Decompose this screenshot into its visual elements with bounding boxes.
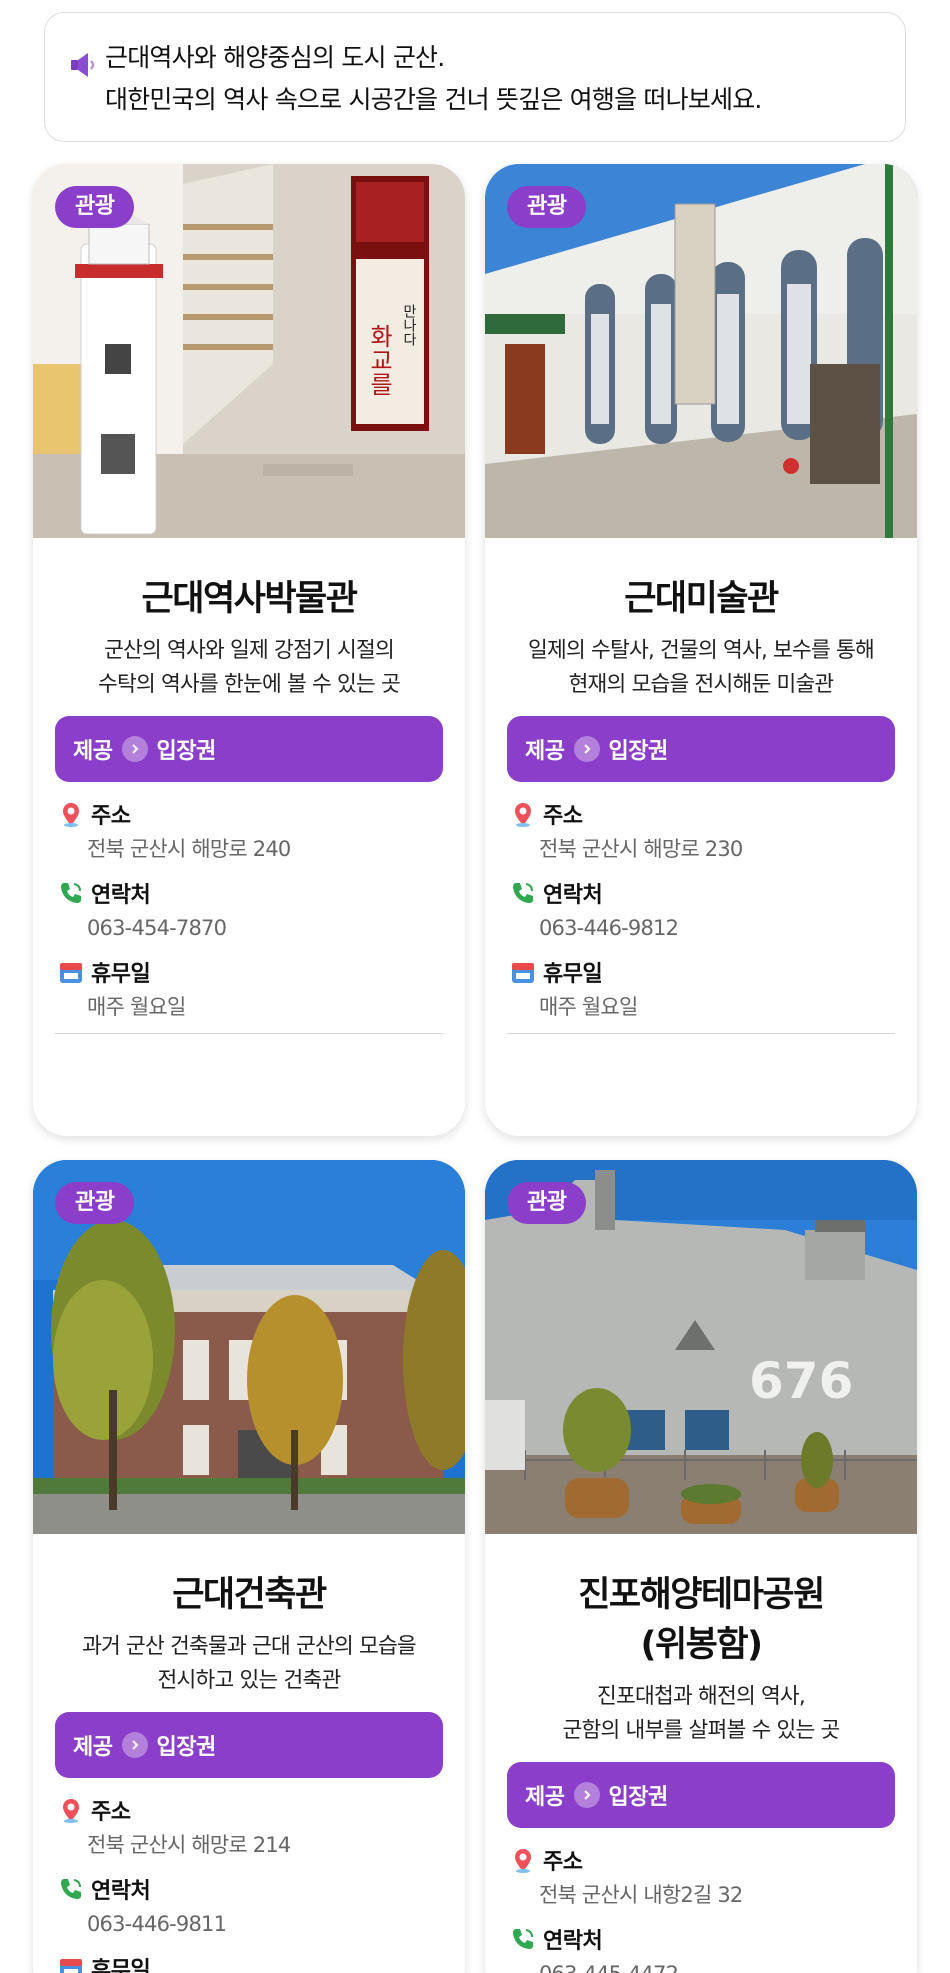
- card-info: 주소 전북 군산시 내항2길 32 연락처 063-445-4472: [509, 1842, 895, 1973]
- chevron-right-icon: [122, 736, 149, 762]
- card-info: 주소 전북 군산시 해망로 240 연락처 063-454-7870 휴무일 매…: [57, 796, 443, 1024]
- contact-value[interactable]: 063-454-7870: [57, 911, 443, 945]
- calendar-icon: [60, 1959, 82, 1973]
- banner-text-main: 화교를: [365, 324, 393, 396]
- banner-text-side: 만나다: [401, 304, 417, 346]
- chevron-right-icon: [574, 1782, 601, 1808]
- ticket-provide-button[interactable]: 제공 입장권: [55, 1712, 443, 1778]
- closed-day-value: 매주 월요일: [539, 995, 638, 1019]
- card-modern-art-museum[interactable]: 관광 근대미술관 일제의 수탈사, 건물의 역사, 보수를 통해 현재의 모습을…: [485, 164, 917, 1136]
- closed-day-value: 매주 월요일: [87, 995, 186, 1019]
- contact-value[interactable]: 063-446-9811: [57, 1907, 443, 1941]
- calendar-icon: [60, 963, 82, 983]
- card-info: 주소 전북 군산시 해망로 214 연락처 063-446-9811 휴무일: [57, 1792, 443, 1973]
- category-badge: 관광: [507, 1182, 587, 1224]
- intro-notice: 근대역사와 해양중심의 도시 군산. 대한민국의 역사 속으로 시공간을 건너 …: [44, 12, 906, 142]
- phone-icon: [513, 1929, 533, 1949]
- speaker-icon: [71, 53, 95, 77]
- category-badge: 관광: [507, 186, 587, 228]
- card-title: 근대건축관: [172, 1575, 327, 1615]
- ticket-provide-button[interactable]: 제공 입장권: [507, 716, 895, 782]
- address-value: 전북 군산시 해망로 214: [87, 1833, 291, 1857]
- card-photo: 관광: [33, 1160, 465, 1534]
- card-info: 주소 전북 군산시 해망로 230 연락처 063-446-9812 휴무일 매…: [509, 796, 895, 1024]
- card-title: 진포해양테마공원 (위봉함): [578, 1575, 825, 1665]
- address-value: 전북 군산시 내항2길 32: [539, 1883, 743, 1907]
- card-jinpo-marine-theme-park[interactable]: 676 관광 진포해양테마공원 (위봉함) 진포대첩과 해전의 역사, 군함의 …: [485, 1160, 917, 1973]
- card-photo: 676 관광: [485, 1160, 917, 1534]
- card-modern-history-museum[interactable]: 화교를 만나다 관광 근대역사박물관 군산의 역사와 일제 강점기 시절의 수탁…: [33, 164, 465, 1136]
- card-title: 근대미술관: [624, 579, 779, 619]
- address-value: 전북 군산시 해망로 230: [539, 837, 743, 861]
- ticket-provide-button[interactable]: 제공 입장권: [55, 716, 443, 782]
- card-description: 군산의 역사와 일제 강점기 시절의 수탁의 역사를 한눈에 볼 수 있는 곳: [98, 638, 401, 697]
- chevron-right-icon: [574, 736, 601, 762]
- phone-icon: [61, 1879, 81, 1899]
- card-photo: 관광: [485, 164, 917, 538]
- phone-icon: [61, 883, 81, 903]
- location-pin-icon: [63, 803, 79, 827]
- category-badge: 관광: [55, 1182, 135, 1224]
- category-badge: 관광: [55, 186, 135, 228]
- card-description: 일제의 수탈사, 건물의 역사, 보수를 통해 현재의 모습을 전시해둔 미술관: [528, 638, 875, 697]
- contact-value[interactable]: 063-445-4472: [509, 1957, 895, 1973]
- chevron-right-icon: [122, 1732, 149, 1758]
- ship-number-text: 676: [749, 1352, 853, 1410]
- phone-icon: [513, 883, 533, 903]
- card-description: 과거 군산 건축물과 근대 군산의 모습을 전시하고 있는 건축관: [82, 1634, 417, 1693]
- address-value: 전북 군산시 해망로 240: [87, 837, 291, 861]
- location-pin-icon: [515, 803, 531, 827]
- notice-line-1: 근대역사와 해양중심의 도시 군산.: [105, 43, 445, 72]
- ticket-provide-button[interactable]: 제공 입장권: [507, 1762, 895, 1828]
- card-modern-architecture-hall[interactable]: 관광 근대건축관 과거 군산 건축물과 근대 군산의 모습을 전시하고 있는 건…: [33, 1160, 465, 1973]
- calendar-icon: [512, 963, 534, 983]
- card-description: 진포대첩과 해전의 역사, 군함의 내부를 살펴볼 수 있는 곳: [562, 1684, 841, 1743]
- notice-line-2: 대한민국의 역사 속으로 시공간을 건너 뜻깊은 여행을 떠나보세요.: [105, 85, 762, 114]
- divider: [55, 1033, 443, 1034]
- card-photo: 화교를 만나다 관광: [33, 164, 465, 538]
- divider: [507, 1033, 895, 1034]
- card-title: 근대역사박물관: [141, 579, 358, 619]
- location-pin-icon: [63, 1799, 79, 1823]
- contact-value[interactable]: 063-446-9812: [509, 911, 895, 945]
- location-pin-icon: [515, 1849, 531, 1873]
